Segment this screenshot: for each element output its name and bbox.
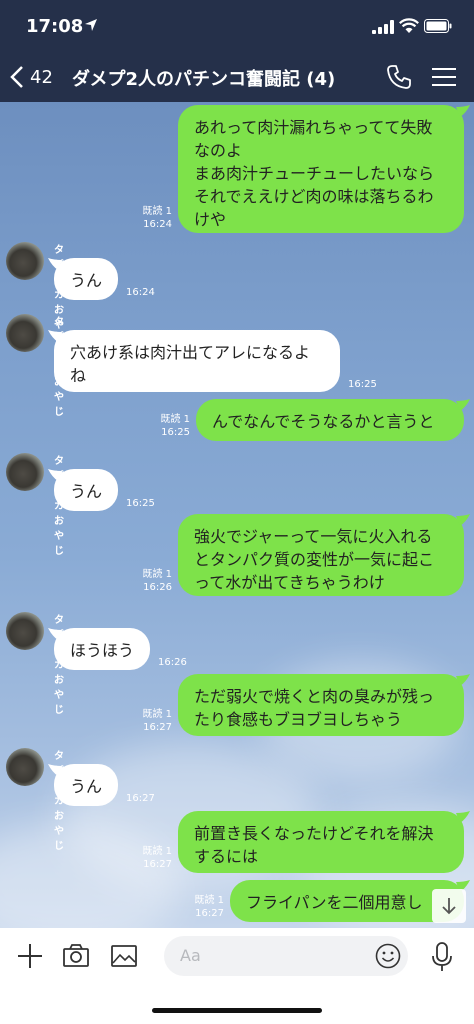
message-time: 16:27: [143, 859, 172, 870]
camera-icon[interactable]: [62, 942, 90, 970]
status-time: 17:08: [26, 16, 84, 37]
avatar[interactable]: [6, 242, 44, 280]
cellular-signal-icon: [372, 20, 394, 34]
message-bubble[interactable]: んでなんでそうなるかと言うと: [196, 399, 464, 441]
message-meta: 既読 1 16:24: [130, 205, 172, 231]
read-receipt: 既読 1: [142, 846, 172, 857]
back-button[interactable]: 42: [10, 60, 64, 94]
message-bubble[interactable]: ほうほう: [54, 628, 150, 670]
bubble-tail: [456, 105, 470, 117]
sender-name: タピオカおやじ: [54, 456, 64, 557]
read-receipt: 既読 1: [160, 414, 190, 425]
message-meta: 既読 1 16:25: [148, 413, 190, 439]
image-gallery-icon[interactable]: [110, 942, 138, 970]
message-meta: 既読 1 16:27: [130, 845, 172, 871]
read-receipt: 既読 1: [142, 709, 172, 720]
status-bar: 17:08: [0, 0, 474, 52]
chevron-left-icon: [10, 66, 23, 88]
message-time: 16:24: [143, 219, 172, 230]
message-meta: 既読 1 16:27: [130, 708, 172, 734]
home-indicator: [152, 1008, 322, 1013]
arrow-down-icon: [442, 898, 456, 915]
chat-timeline[interactable]: あれって肉汁漏れちゃってて失敗 なのよ まあ肉汁チューチューしたいなら それでえ…: [0, 102, 474, 928]
message-time: 16:26: [158, 657, 187, 668]
read-receipt: 既読 1: [142, 569, 172, 580]
read-receipt: 既読 1: [142, 206, 172, 217]
message-bubble[interactable]: 前置き長くなったけどそれを解決 するには: [178, 811, 464, 873]
read-receipt: 既読 1: [194, 895, 224, 906]
sender-name: タピオカおやじ: [54, 615, 64, 716]
bubble-tail: [456, 514, 470, 526]
message-time: 16:25: [126, 498, 155, 509]
message-bubble[interactable]: あれって肉汁漏れちゃってて失敗 なのよ まあ肉汁チューチューしたいなら それでえ…: [178, 105, 464, 233]
location-arrow-icon: [85, 19, 97, 31]
message-bubble[interactable]: 強火でジャーって一気に火入れる とタンパク質の変性が一気に起こ って水が出てきち…: [178, 514, 464, 596]
message-time: 16:27: [195, 908, 224, 919]
message-input[interactable]: Aa: [164, 936, 408, 976]
microphone-icon[interactable]: [430, 942, 454, 972]
bubble-tail: [456, 674, 470, 686]
message-time: 16:25: [161, 427, 190, 438]
message-input-bar: Aa: [0, 928, 474, 990]
bubble-tail: [456, 399, 470, 411]
message-bubble[interactable]: 穴あけ系は肉汁出てアレになるよ ね: [54, 330, 340, 392]
chat-header: 42 ダメプ2人のパチンコ奮闘記 (4): [0, 52, 474, 102]
emoji-icon[interactable]: [375, 943, 401, 969]
avatar[interactable]: [6, 748, 44, 786]
hamburger-menu-icon[interactable]: [432, 66, 456, 88]
avatar[interactable]: [6, 612, 44, 650]
message-time: 16:27: [143, 722, 172, 733]
bubble-tail: [456, 811, 470, 823]
chat-title: ダメプ2人のパチンコ奮闘記 (4): [72, 69, 336, 90]
sender-name: タピオカおやじ: [54, 317, 64, 418]
avatar[interactable]: [6, 314, 44, 352]
unread-count: 42: [30, 66, 53, 88]
phone-icon[interactable]: [386, 64, 412, 90]
sender-name: タピオカおやじ: [54, 751, 64, 852]
message-time: 16:26: [143, 582, 172, 593]
message-time: 16:25: [348, 379, 377, 390]
message-bubble[interactable]: フライパンを二個用意し: [230, 880, 464, 922]
wifi-icon: [399, 18, 419, 33]
scroll-to-bottom-button[interactable]: [432, 889, 466, 923]
message-time: 16:27: [126, 793, 155, 804]
plus-icon[interactable]: [16, 942, 44, 970]
avatar[interactable]: [6, 453, 44, 491]
message-bubble[interactable]: ただ弱火で焼くと肉の臭みが残っ たり食感もブヨブヨしちゃう: [178, 674, 464, 736]
message-meta: 既読 1 16:27: [182, 894, 224, 920]
battery-icon: [424, 19, 452, 33]
message-time: 16:24: [126, 287, 155, 298]
message-meta: 既読 1 16:26: [130, 568, 172, 594]
